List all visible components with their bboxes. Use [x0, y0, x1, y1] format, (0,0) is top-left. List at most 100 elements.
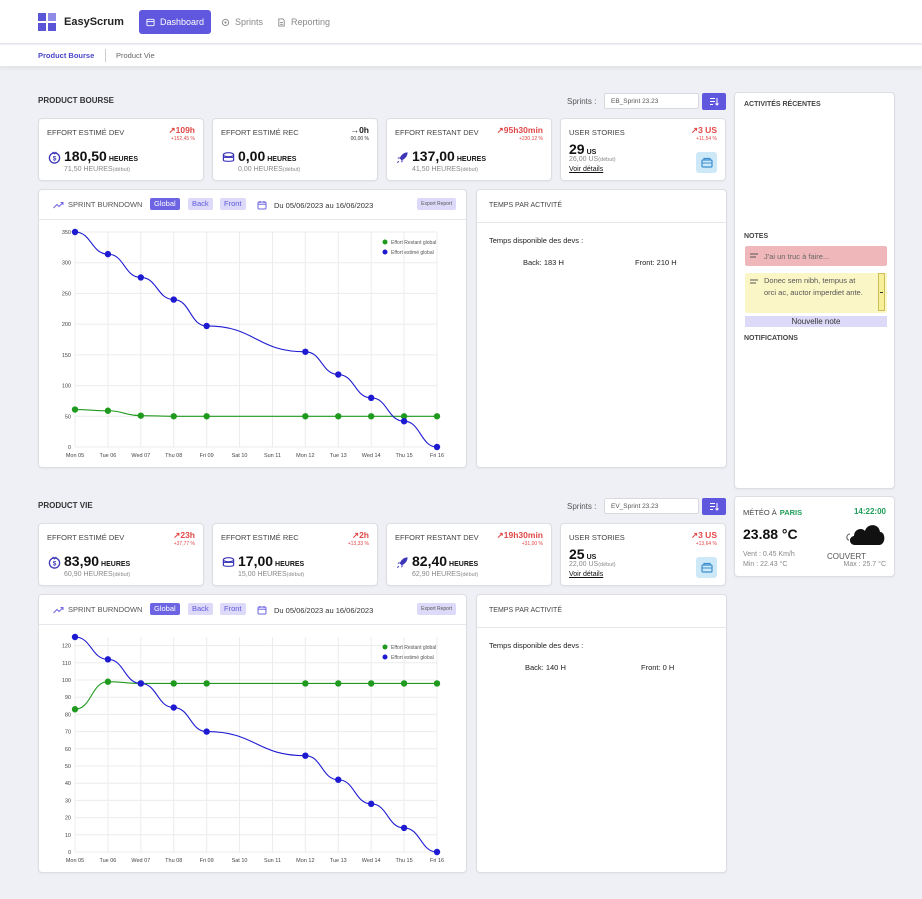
nav-reporting-label: Reporting — [291, 17, 331, 27]
weather-min: Min : 22.43 °C — [743, 561, 788, 568]
x-tick-label: Thu 15 — [396, 453, 413, 459]
kpi-previous: 71,50 HEURES(début) — [64, 166, 131, 173]
x-tick-label: Mon 05 — [66, 858, 84, 864]
sprint-label: Sprints : — [567, 502, 597, 511]
legend-marker — [382, 644, 388, 650]
kpi-value: 17,00 HEURES — [238, 553, 305, 569]
data-point — [433, 680, 441, 687]
x-tick-label: Thu 08 — [165, 453, 182, 459]
kpi-title: USER STORIES — [569, 128, 625, 137]
note-item[interactable]: Donec sem nibh, tempus at orci ac, aucto… — [745, 273, 887, 313]
stories-icon — [696, 152, 717, 173]
data-point — [302, 413, 309, 420]
tab-divider — [105, 49, 106, 62]
sidebar-activity-panel: ACTIVITÉS RÉCENTES NOTES J'ai un truc à … — [734, 92, 895, 489]
dashboard-icon — [146, 18, 155, 26]
x-tick-label: Wed 14 — [362, 453, 381, 459]
tab-product-bourse[interactable]: Product Bourse — [38, 51, 94, 60]
note-item[interactable]: J'ai un truc à faire... — [745, 246, 887, 266]
chip-back[interactable]: Back — [188, 198, 213, 210]
y-tick-label: 30 — [65, 798, 71, 804]
rocket-icon — [396, 557, 408, 569]
weather-max: Max : 25.7 °C — [843, 561, 886, 568]
kpi-previous: 60,90 HEURES(début) — [64, 571, 131, 578]
data-point — [137, 680, 145, 687]
x-tick-label: Fri 09 — [200, 858, 214, 864]
kpi-delta: ↗3 US — [690, 530, 717, 540]
calendar-icon[interactable] — [257, 605, 267, 615]
chip-global[interactable]: Global — [150, 603, 180, 615]
x-tick-label: Mon 12 — [296, 858, 314, 864]
weather-temperature: 23.88 °C — [743, 526, 798, 542]
sprint-filter-button[interactable] — [702, 93, 726, 110]
trending-icon — [53, 201, 64, 208]
data-point — [170, 680, 177, 687]
kpi-delta: ↗23h — [173, 530, 195, 540]
kpi-title: EFFORT RESTANT DEV — [395, 128, 479, 137]
nav-sprints[interactable]: Sprints — [214, 10, 270, 34]
kpi-user-stories: USER STORIES ↗3 US +11,54 % 29 US 26,00 U… — [560, 118, 726, 181]
nav-reporting[interactable]: Reporting — [270, 10, 337, 34]
data-point — [400, 418, 408, 425]
tpa-back-hours: Back: 140 H — [525, 663, 566, 672]
data-point — [433, 443, 441, 451]
tab-product-vie[interactable]: Product Vie — [116, 51, 155, 60]
x-tick-label: Tue 13 — [330, 453, 347, 459]
report-icon — [278, 17, 285, 27]
x-tick-label: Wed 14 — [362, 858, 381, 864]
x-tick-label: Mon 05 — [66, 453, 84, 459]
calendar-icon[interactable] — [257, 200, 267, 210]
data-point — [137, 412, 145, 419]
export-report-button[interactable]: Export Report — [417, 603, 456, 615]
app-logo[interactable]: EasyScrum — [38, 13, 124, 31]
kpi-effort-restant-dev: EFFORT RESTANT DEV ↗95h30min +230,12 % 1… — [386, 118, 552, 181]
chip-back[interactable]: Back — [188, 603, 213, 615]
burndown-header: SPRINT BURNDOWN Global Back Front Du 05/… — [39, 595, 466, 625]
kpi-title: EFFORT ESTIMÉ DEV — [47, 128, 125, 137]
data-point — [335, 680, 342, 687]
chip-global[interactable]: Global — [150, 198, 180, 210]
sprint-filter-button[interactable] — [702, 498, 726, 515]
kpi-percent: +230,12 % — [518, 136, 543, 142]
chip-front[interactable]: Front — [220, 198, 246, 210]
x-tick-label: Sat 10 — [232, 858, 248, 864]
weather-location: MÉTÉO À PARIS — [743, 508, 803, 517]
kpi-title: EFFORT ESTIMÉ REC — [221, 533, 299, 542]
data-point — [433, 413, 441, 420]
new-note-button[interactable]: Nouvelle note — [745, 316, 887, 327]
kpi-effort-estime-dev: EFFORT ESTIMÉ DEV ↗23h +37,77 % $ 83,90 H… — [38, 523, 204, 586]
details-link[interactable]: Voir détails — [569, 166, 603, 173]
burndown-title: SPRINT BURNDOWN — [53, 200, 142, 209]
kpi-title: EFFORT ESTIMÉ REC — [221, 128, 299, 137]
weather-time: 14:22:00 — [853, 507, 886, 516]
kpi-percent: 00,00 % — [350, 136, 369, 142]
data-point — [400, 824, 408, 832]
sprint-select[interactable]: EV_Sprint 23.23 — [604, 498, 699, 514]
data-point — [104, 407, 112, 414]
data-point — [104, 678, 112, 685]
note-text: Donec sem nibh, tempus at orci ac, aucto… — [764, 276, 863, 297]
tpa-front-hours: Front: 0 H — [641, 663, 675, 672]
divider — [477, 627, 726, 628]
kpi-value: 83,90 HEURES — [64, 553, 131, 569]
data-point — [302, 752, 309, 759]
details-link[interactable]: Voir détails — [569, 571, 603, 578]
legend-marker — [382, 654, 388, 660]
sprint-select[interactable]: EB_Sprint 23.23 — [604, 93, 699, 109]
x-tick-label: Sun 11 — [264, 858, 281, 864]
time-by-activity-card-bourse: TEMPS PAR ACTIVITÉ Temps disponible des … — [476, 189, 727, 468]
rocket-icon — [396, 152, 408, 164]
export-report-button[interactable]: Export Report — [417, 198, 456, 210]
nav-dashboard[interactable]: Dashboard — [139, 10, 212, 34]
logo-icon — [38, 13, 56, 31]
chip-front[interactable]: Front — [220, 603, 246, 615]
data-point — [302, 680, 309, 687]
trending-icon — [53, 606, 64, 613]
kpi-title: USER STORIES — [569, 533, 625, 542]
weather-condition: COUVERT — [827, 552, 866, 561]
note-scrollbar[interactable] — [878, 273, 885, 311]
data-point — [71, 706, 79, 713]
tpa-title: TEMPS PAR ACTIVITÉ — [489, 202, 562, 209]
y-tick-label: 80 — [65, 712, 71, 718]
note-lines-icon — [750, 253, 758, 258]
